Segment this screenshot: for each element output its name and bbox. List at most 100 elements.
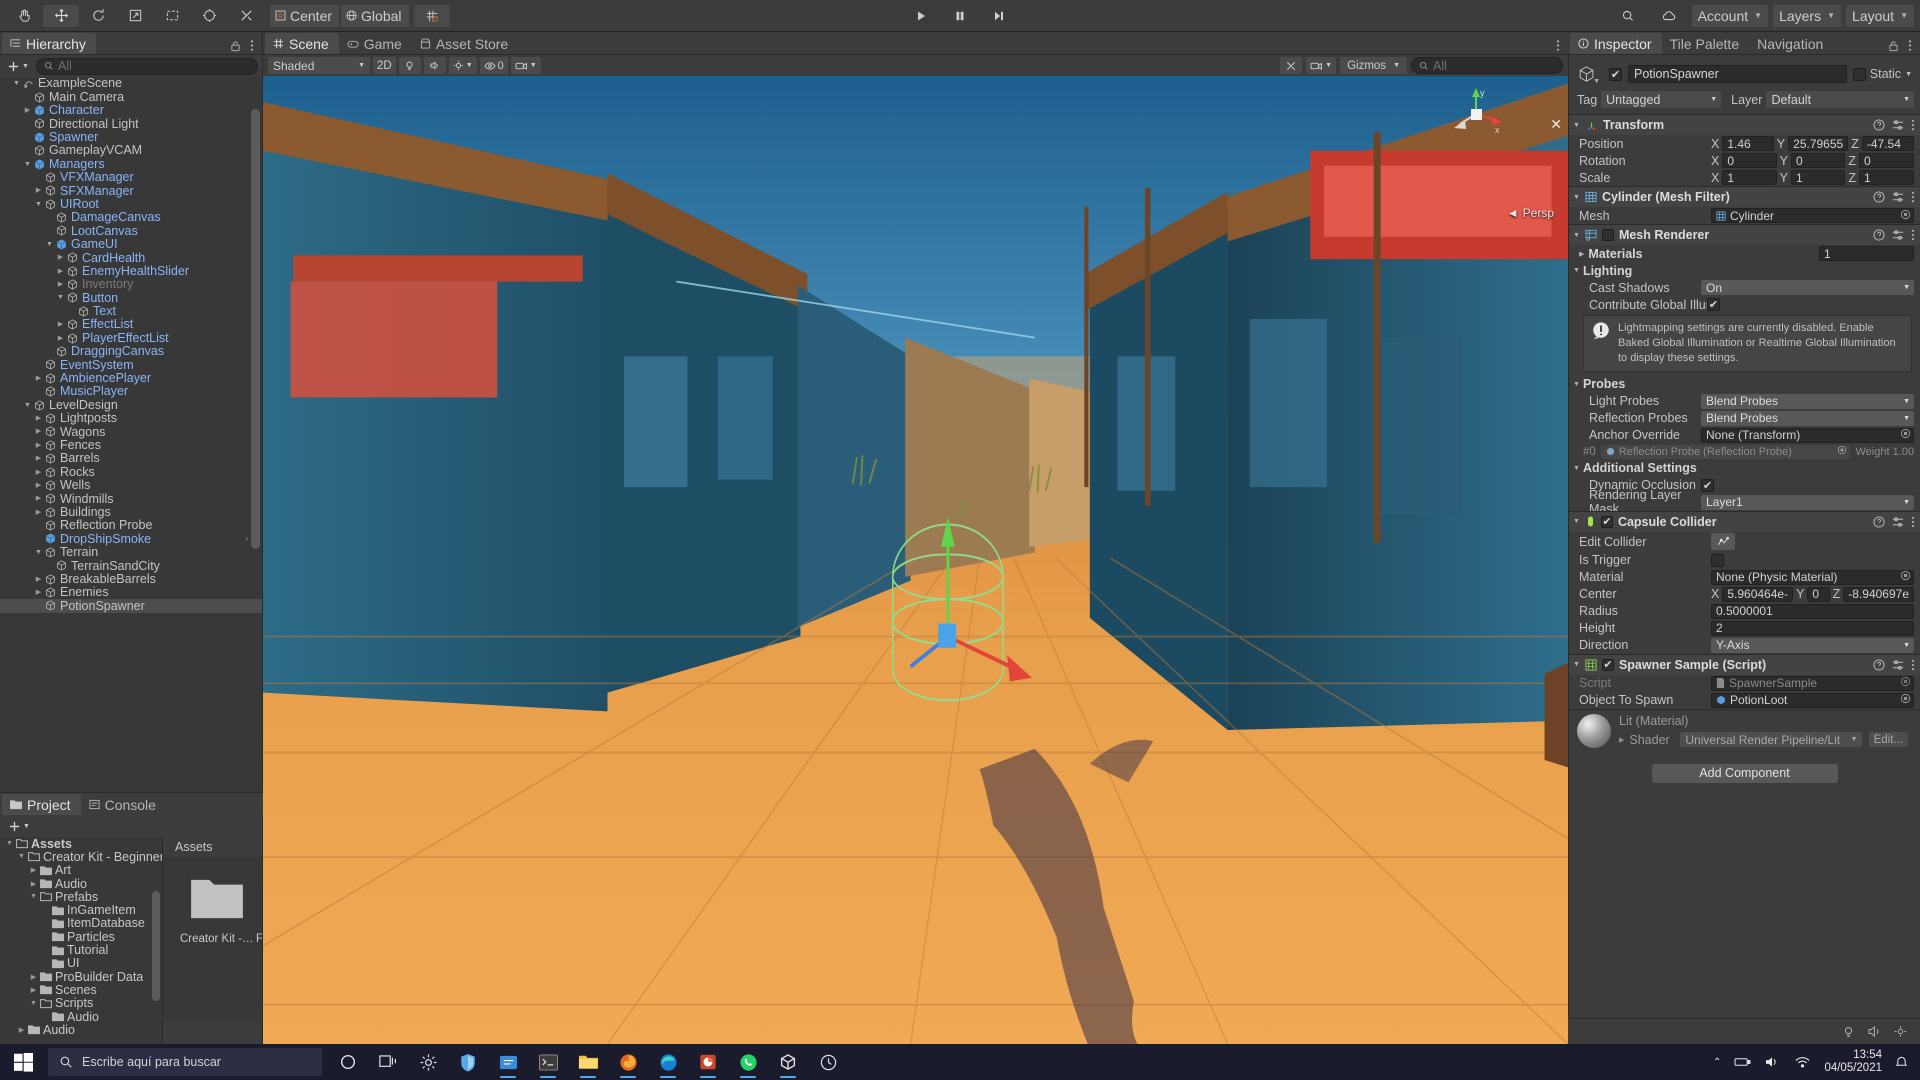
hierarchy-item-leveldesign[interactable]: ▼ LevelDesign (0, 398, 262, 411)
foldout-icon[interactable]: ▼ (16, 853, 27, 860)
foldout-collapsed-icon[interactable]: ▶ (55, 268, 66, 275)
foldout-expanded-icon[interactable]: ▼ (33, 549, 44, 556)
hierarchy-item-playereffectlist[interactable]: ▶ PlayerEffectList (0, 331, 262, 344)
battery-icon[interactable] (1734, 1055, 1751, 1069)
transform-header[interactable]: ▼ Transform (1569, 115, 1920, 135)
foldout-collapsed-icon[interactable]: ▶ (33, 455, 44, 462)
hand-tool-button[interactable] (6, 5, 42, 27)
foldout-arrow-icon[interactable]: ▶ (1619, 736, 1624, 744)
whatsapp-icon[interactable] (728, 1044, 768, 1080)
shading-mode-dropdown[interactable]: Shaded ▼ (268, 57, 370, 74)
security-icon[interactable] (448, 1044, 488, 1080)
rotation-y-input[interactable]: 0 (1791, 153, 1846, 168)
mesh-renderer-header[interactable]: ▼ Mesh Renderer (1569, 225, 1920, 245)
foldout-expanded-icon[interactable]: ▼ (22, 161, 33, 168)
custom-editor-tool-button[interactable] (228, 5, 264, 27)
center-x-input[interactable]: 5.960464e- (1722, 586, 1794, 602)
unity-icon[interactable] (768, 1044, 808, 1080)
object-picker-icon[interactable] (1900, 693, 1911, 707)
gizmos-dropdown[interactable]: Gizmos ▼ (1340, 57, 1407, 74)
preset-icon[interactable] (1892, 516, 1904, 528)
scale-x-input[interactable]: 1 (1722, 170, 1777, 185)
lighting-foldout[interactable]: ▼ Lighting (1569, 262, 1920, 279)
static-checkbox[interactable] (1852, 67, 1866, 81)
collider-height-input[interactable]: 2 (1711, 620, 1914, 636)
step-button[interactable] (980, 5, 1018, 27)
foldout-icon[interactable]: ▼ (28, 893, 39, 900)
create-object-button[interactable]: ▼ (4, 60, 32, 73)
hierarchy-item-cardhealth[interactable]: ▶ CardHealth (0, 251, 262, 264)
foldout-collapsed-icon[interactable]: ▶ (33, 442, 44, 449)
lock-icon[interactable] (230, 40, 241, 52)
reflection-probes-dropdown[interactable]: Blend Probes ▼ (1701, 410, 1914, 426)
project-tree-scrollbar[interactable] (152, 841, 160, 1040)
pause-button[interactable] (941, 5, 979, 27)
anchor-override-field[interactable]: None (Transform) (1701, 427, 1914, 443)
tab-hierarchy[interactable]: Hierarchy (2, 33, 96, 54)
volume-icon[interactable] (1764, 1055, 1781, 1069)
foldout-collapsed-icon[interactable]: ▶ (33, 187, 44, 194)
account-dropdown[interactable]: Account ▼ (1691, 4, 1769, 27)
foldout-icon[interactable]: ▶ (16, 1026, 27, 1034)
foldout-icon[interactable]: ▼ (28, 1000, 39, 1007)
physic-material-field[interactable]: None (Physic Material) (1711, 569, 1914, 585)
additional-settings-foldout[interactable]: ▼ Additional Settings (1569, 460, 1920, 477)
collider-direction-dropdown[interactable]: Y-Axis ▼ (1711, 637, 1914, 653)
rotation-z-input[interactable]: 0 (1858, 153, 1915, 168)
project-folder-tutorial[interactable]: Tutorial (0, 943, 162, 957)
hierarchy-item-character[interactable]: ▶ Character (0, 104, 262, 117)
hierarchy-item-button[interactable]: ▼ Button (0, 291, 262, 304)
foldout-icon[interactable]: ▶ (28, 986, 39, 994)
help-icon[interactable] (1873, 229, 1885, 241)
task-view-icon[interactable] (368, 1044, 408, 1080)
foldout-icon[interactable]: ▼ (4, 840, 15, 847)
layers-dropdown[interactable]: Layers ▼ (1773, 4, 1842, 27)
project-folder-audio[interactable]: Audio (0, 1010, 162, 1024)
hierarchy-item-damagecanvas[interactable]: DamageCanvas (0, 211, 262, 224)
foldout-arrow-icon[interactable]: ▼ (1573, 194, 1580, 201)
hierarchy-item-wells[interactable]: ▶ Wells (0, 479, 262, 492)
hierarchy-item-vfxmanager[interactable]: VFXManager (0, 171, 262, 184)
project-folder-tree[interactable]: ▼ Assets▼ Creator Kit - Beginner Co▶ Art… (0, 837, 163, 1044)
capsule-collider-enabled-checkbox[interactable]: ✔ (1600, 515, 1613, 528)
hierarchy-scrollbar[interactable] (251, 79, 260, 790)
project-folder-art[interactable]: ▶ Art (0, 863, 162, 877)
tab-asset-store[interactable]: Asset Store (412, 33, 518, 54)
foldout-collapsed-icon[interactable]: ▶ (22, 107, 33, 114)
foldout-collapsed-icon[interactable]: ▶ (55, 254, 66, 261)
hierarchy-item-barrels[interactable]: ▶ Barrels (0, 452, 262, 465)
foldout-arrow-icon[interactable]: ▼ (1573, 661, 1580, 668)
store-icon[interactable] (488, 1044, 528, 1080)
audio-settings-icon[interactable] (1867, 1025, 1882, 1038)
foldout-collapsed-icon[interactable]: ▶ (33, 375, 44, 382)
materials-row[interactable]: ▶ Materials 1 (1569, 245, 1920, 262)
rotation-x-input[interactable]: 0 (1722, 153, 1777, 168)
hierarchy-item-spawner[interactable]: Spawner (0, 131, 262, 144)
scene-camera-button[interactable]: ▼ (1306, 57, 1337, 74)
foldout-collapsed-icon[interactable]: ▶ (33, 576, 44, 583)
tab-game[interactable]: Game (339, 33, 412, 54)
scene-tool-settings[interactable] (1280, 57, 1303, 74)
hierarchy-item-wagons[interactable]: ▶ Wagons (0, 425, 262, 438)
hierarchy-item-lootcanvas[interactable]: LootCanvas (0, 224, 262, 237)
preset-icon[interactable] (1892, 659, 1904, 671)
grid-snap-button[interactable] (413, 4, 450, 27)
edit-collider-button[interactable] (1711, 533, 1735, 551)
lock-icon[interactable] (1888, 40, 1899, 52)
hierarchy-item-inventory[interactable]: ▶ Inventory (0, 278, 262, 291)
toggle-2d-button[interactable]: 2D (373, 57, 396, 74)
play-button[interactable] (902, 5, 940, 27)
foldout-icon[interactable]: ▶ (28, 973, 39, 981)
terminal-icon[interactable] (528, 1044, 568, 1080)
scene-search-input[interactable]: All (1411, 57, 1563, 74)
gizmo-close-icon[interactable]: ✕ (1550, 116, 1562, 133)
foldout-icon[interactable]: ▶ (28, 880, 39, 888)
foldout-collapsed-icon[interactable]: ▶ (33, 589, 44, 596)
collider-radius-input[interactable]: 0.5000001 (1711, 603, 1914, 619)
hierarchy-item-windmills[interactable]: ▶ Windmills (0, 492, 262, 505)
foldout-collapsed-icon[interactable]: ▶ (55, 321, 66, 328)
project-folder-probuilder-data[interactable]: ▶ ProBuilder Data (0, 970, 162, 984)
handle-space-button[interactable]: Global (341, 4, 409, 27)
scene-orientation-gizmo[interactable]: y x (1446, 84, 1506, 144)
search-all-button[interactable] (1610, 5, 1646, 27)
